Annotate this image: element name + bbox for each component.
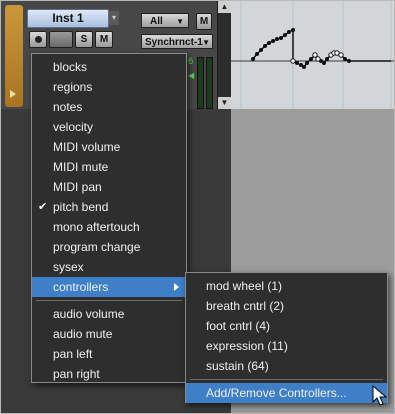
menu-item-velocity[interactable]: velocity — [32, 117, 186, 137]
menu-item-label: sustain (64) — [206, 359, 269, 373]
menu-item-label: audio volume — [53, 307, 125, 321]
menu-item-pan-right[interactable]: pan right — [32, 364, 186, 384]
menu-item-label: foot cntrl (4) — [206, 319, 271, 333]
timebase-value: Synchrnct-1 — [145, 37, 203, 48]
menu-item-mod-wheel-1[interactable]: mod wheel (1) — [186, 276, 387, 296]
view-mute-button[interactable]: M — [196, 13, 212, 30]
track-view-selector[interactable]: All ▼ — [141, 13, 189, 28]
menu-item-label: Add/Remove Controllers... — [206, 386, 347, 400]
menu-item-label: audio mute — [53, 327, 113, 341]
menu-item-controllers[interactable]: controllers — [32, 277, 186, 297]
track-name-menu-button[interactable]: ▾ — [109, 11, 119, 25]
checkmark-icon: ✔ — [38, 201, 48, 213]
menu-item-midi-pan[interactable]: MIDI pan — [32, 177, 186, 197]
volume-arrow-icon: ◀ — [188, 71, 195, 80]
submenu-arrow-icon — [174, 283, 179, 291]
controllers-submenu: mod wheel (1) breath cntrl (2) foot cntrl … — [185, 272, 388, 403]
menu-item-label: MIDI mute — [53, 160, 109, 174]
menu-item-notes[interactable]: notes — [32, 97, 186, 117]
level-meter-right — [206, 57, 213, 109]
menu-item-midi-mute[interactable]: MIDI mute — [32, 157, 186, 177]
menu-item-sustain-64[interactable]: sustain (64) — [186, 356, 387, 376]
mute-button[interactable]: M — [95, 31, 113, 48]
track-color-strip[interactable] — [5, 5, 23, 107]
timebase-selector[interactable]: Synchrnct-1 ▼ — [141, 34, 213, 49]
menu-item-label: pan right — [53, 367, 100, 381]
menu-item-label: notes — [53, 100, 83, 114]
menu-item-label: velocity — [53, 120, 94, 134]
input-monitor-button[interactable] — [49, 31, 73, 48]
track-scrollbar[interactable]: ▲ ▼ — [217, 1, 231, 109]
menu-item-label: breath cntrl (2) — [206, 299, 285, 313]
scroll-up-icon[interactable]: ▲ — [218, 1, 231, 13]
menu-item-label: sysex — [53, 260, 84, 274]
track-name-field[interactable]: Inst 1 — [27, 9, 109, 28]
menu-item-label: blocks — [53, 60, 88, 74]
record-enable-button[interactable] — [29, 31, 47, 48]
menu-item-label: regions — [53, 80, 93, 94]
menu-item-label: controllers — [53, 280, 109, 294]
menu-item-label: program change — [53, 240, 141, 254]
level-meter-left — [197, 57, 204, 109]
menu-item-blocks[interactable]: blocks — [32, 57, 186, 77]
menu-item-sysex[interactable]: sysex — [32, 257, 186, 277]
expand-arrow-icon[interactable] — [10, 90, 16, 98]
menu-item-pan-left[interactable]: pan left — [32, 344, 186, 364]
menu-item-label: mono aftertouch — [53, 220, 140, 234]
menu-separator — [36, 300, 182, 301]
menu-separator — [190, 379, 383, 380]
track-view-value: All — [150, 16, 163, 27]
menu-item-audio-volume[interactable]: audio volume — [32, 304, 186, 324]
chevron-down-icon: ▼ — [176, 17, 184, 26]
menu-item-label: mod wheel (1) — [206, 279, 283, 293]
menu-item-expression-11[interactable]: expression (11) — [186, 336, 387, 356]
menu-item-midi-volume[interactable]: MIDI volume — [32, 137, 186, 157]
menu-item-label: MIDI volume — [53, 140, 121, 154]
solo-button[interactable]: S — [75, 31, 93, 48]
track-view-menu: blocks regions notes velocity MIDI volume MID… — [31, 53, 187, 383]
menu-item-foot-cntrl-4[interactable]: foot cntrl (4) — [186, 316, 387, 336]
menu-item-mono-aftertouch[interactable]: mono aftertouch — [32, 217, 186, 237]
record-icon — [34, 36, 42, 43]
pro-tools-edit-window: Inst 1 ▾ S M All ▼ M Synchrnct-1 ▼ 6 ◀ ▲… — [0, 0, 395, 414]
menu-item-pitch-bend[interactable]: ✔ pitch bend — [32, 197, 186, 217]
pitch-bend-graph — [231, 1, 394, 109]
menu-item-program-change[interactable]: program change — [32, 237, 186, 257]
chevron-down-icon: ▼ — [202, 38, 210, 47]
menu-item-label: MIDI pan — [53, 180, 102, 194]
menu-item-label: pitch bend — [53, 200, 109, 214]
volume-readout: 6 — [188, 57, 194, 67]
timeline-pitch-bend-lane[interactable] — [231, 1, 394, 109]
menu-item-regions[interactable]: regions — [32, 77, 186, 97]
menu-item-label: pan left — [53, 347, 93, 361]
add-remove-controllers-item[interactable]: Add/Remove Controllers... — [186, 383, 387, 403]
menu-item-audio-mute[interactable]: audio mute — [32, 324, 186, 344]
mouse-pointer-icon — [372, 385, 388, 406]
menu-item-breath-cntrl-2[interactable]: breath cntrl (2) — [186, 296, 387, 316]
scroll-down-icon[interactable]: ▼ — [218, 97, 231, 109]
menu-item-label: expression (11) — [206, 339, 288, 353]
